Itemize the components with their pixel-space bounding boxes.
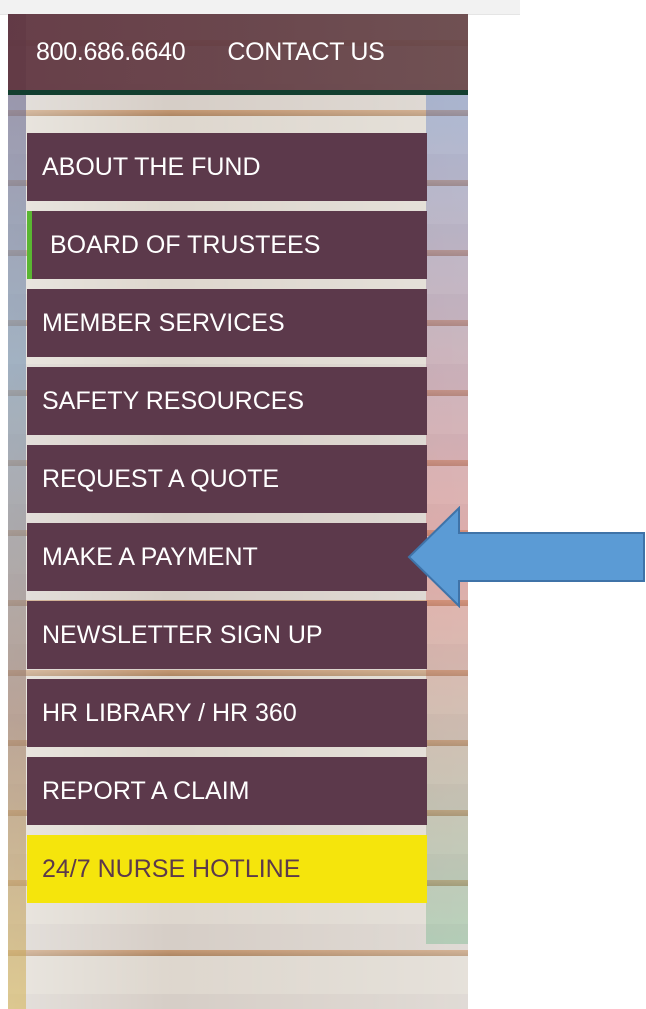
sidebar-panel: 800.686.6640 CONTACT US ABOUT THE FUND B… <box>8 14 468 1009</box>
nav-item-safety-resources[interactable]: SAFETY RESOURCES <box>27 367 427 435</box>
browser-top-edge <box>0 0 520 15</box>
nav-item-about-the-fund[interactable]: ABOUT THE FUND <box>27 133 427 201</box>
nav-item-hr-library-hr-360[interactable]: HR LIBRARY / HR 360 <box>27 679 427 747</box>
top-contact-bar: 800.686.6640 CONTACT US <box>8 14 468 95</box>
page: 800.686.6640 CONTACT US ABOUT THE FUND B… <box>0 0 646 1009</box>
phone-link[interactable]: 800.686.6640 <box>36 38 186 67</box>
nav-item-board-of-trustees[interactable]: BOARD OF TRUSTEES <box>27 211 427 279</box>
nav-item-member-services[interactable]: MEMBER SERVICES <box>27 289 427 357</box>
contact-us-link[interactable]: CONTACT US <box>227 38 385 67</box>
arrow-left-icon <box>407 506 645 608</box>
nav-item-newsletter-sign-up[interactable]: NEWSLETTER SIGN UP <box>27 601 427 669</box>
nav-item-make-a-payment[interactable]: MAKE A PAYMENT <box>27 523 427 591</box>
nav-item-request-a-quote[interactable]: REQUEST A QUOTE <box>27 445 427 513</box>
nav-item-report-a-claim[interactable]: REPORT A CLAIM <box>27 757 427 825</box>
nav-item-nurse-hotline[interactable]: 24/7 NURSE HOTLINE <box>27 835 427 903</box>
